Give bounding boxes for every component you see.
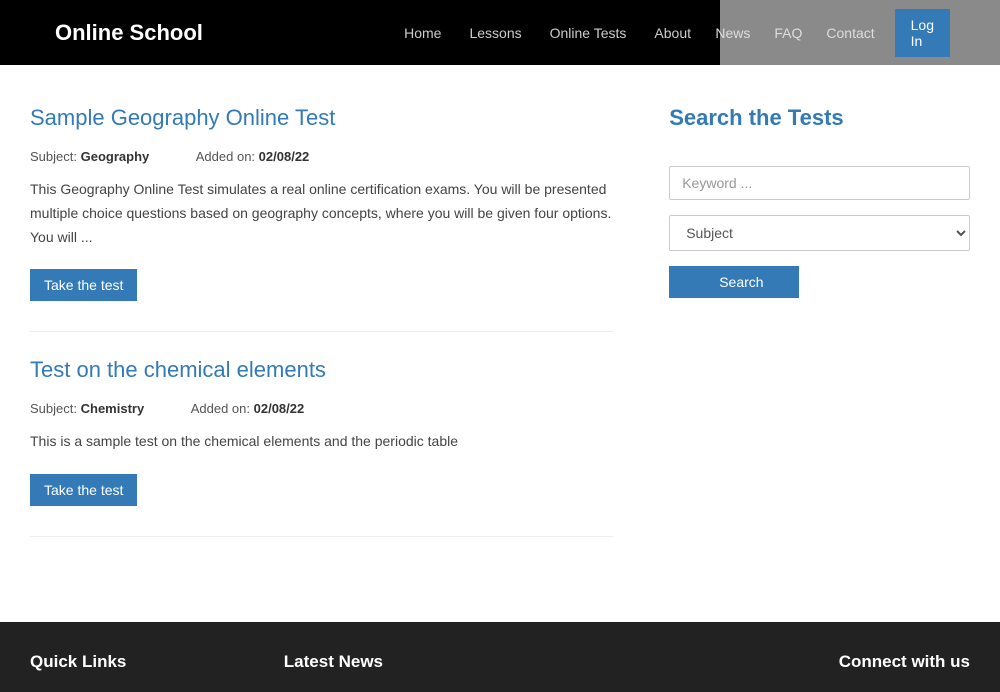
- take-test-button[interactable]: Take the test: [30, 474, 137, 506]
- test-title-link[interactable]: Sample Geography Online Test: [30, 105, 335, 130]
- test-title: Test on the chemical elements: [30, 357, 613, 383]
- added-value: 02/08/22: [254, 401, 305, 416]
- nav-faq[interactable]: FAQ: [762, 25, 814, 41]
- header: Online School Home Lessons Online Tests …: [0, 0, 1000, 65]
- test-title-link[interactable]: Test on the chemical elements: [30, 357, 326, 382]
- nav-lessons[interactable]: Lessons: [455, 25, 535, 41]
- footer-connect: Connect with us: [839, 652, 970, 672]
- added-label: Added on:: [196, 149, 255, 164]
- test-item: Sample Geography Online Test Subject: Ge…: [30, 105, 613, 332]
- footer-row: Quick Links Latest News Connect with us: [30, 652, 970, 672]
- subject-select[interactable]: Subject: [669, 215, 970, 251]
- subject-label: Subject:: [30, 149, 77, 164]
- search-sidebar: Search the Tests Subject Search: [669, 105, 970, 562]
- footer-heading-latest-news: Latest News: [284, 652, 735, 672]
- login-button[interactable]: Log In: [895, 9, 950, 57]
- nav-about[interactable]: About: [640, 25, 705, 41]
- keyword-input[interactable]: [669, 166, 970, 200]
- test-description: This Geography Online Test simulates a r…: [30, 178, 613, 249]
- subject-value: Geography: [81, 149, 150, 164]
- footer: Quick Links Latest News Connect with us: [0, 622, 1000, 692]
- test-item: Test on the chemical elements Subject: C…: [30, 357, 613, 537]
- nav-online-tests[interactable]: Online Tests: [536, 25, 641, 41]
- footer-quick-links: Quick Links: [30, 652, 284, 672]
- test-meta: Subject: Geography Added on: 02/08/22: [30, 149, 613, 164]
- nav-contact[interactable]: Contact: [814, 25, 886, 41]
- subject-value: Chemistry: [81, 401, 145, 416]
- search-button[interactable]: Search: [669, 266, 799, 298]
- take-test-button[interactable]: Take the test: [30, 269, 137, 301]
- added-value: 02/08/22: [259, 149, 310, 164]
- added-label: Added on:: [191, 401, 250, 416]
- test-description: This is a sample test on the chemical el…: [30, 430, 613, 454]
- subject-label: Subject:: [30, 401, 77, 416]
- search-heading: Search the Tests: [669, 105, 970, 131]
- brand-link[interactable]: Online School: [55, 20, 203, 45]
- main-content: Sample Geography Online Test Subject: Ge…: [30, 65, 970, 602]
- primary-nav: Home Lessons Online Tests About: [390, 25, 720, 41]
- footer-latest-news: Latest News: [284, 652, 735, 672]
- secondary-nav: News FAQ Contact Log In: [720, 0, 1000, 65]
- test-title: Sample Geography Online Test: [30, 105, 613, 131]
- nav-news[interactable]: News: [703, 25, 762, 41]
- test-list: Sample Geography Online Test Subject: Ge…: [30, 105, 613, 562]
- navbar: Online School Home Lessons Online Tests …: [0, 0, 720, 65]
- nav-home[interactable]: Home: [390, 25, 455, 41]
- test-meta: Subject: Chemistry Added on: 02/08/22: [30, 401, 613, 416]
- footer-heading-quick-links: Quick Links: [30, 652, 284, 672]
- brand-area: Online School: [0, 20, 203, 46]
- footer-heading-connect: Connect with us: [839, 652, 970, 672]
